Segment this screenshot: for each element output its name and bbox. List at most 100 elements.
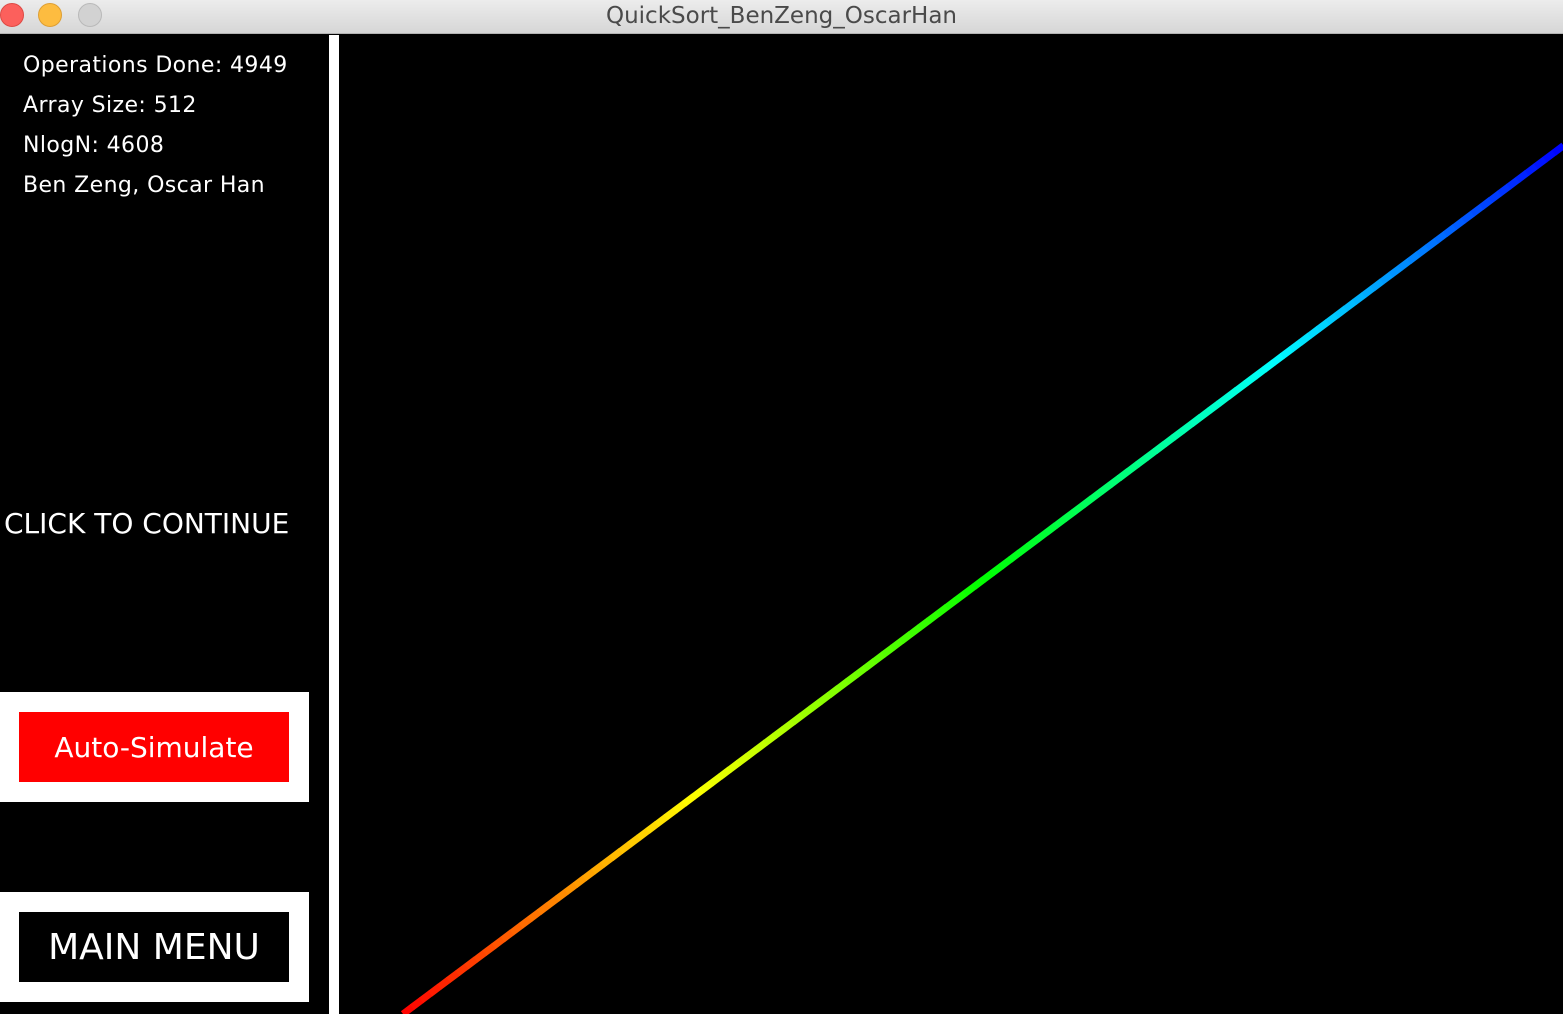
sorted-value-segment (1533, 156, 1548, 170)
sorted-value-segment (672, 800, 687, 814)
sorted-value-segment (1434, 230, 1448, 244)
sorted-value-segment (917, 617, 932, 631)
sorted-value-segment (609, 848, 624, 861)
sorted-value-segment (509, 922, 524, 936)
sorted-value-segment (455, 963, 470, 977)
sorted-value-segment (772, 725, 787, 739)
sorted-value-segment (1524, 163, 1539, 176)
sorted-value-segment (1279, 346, 1294, 360)
sorted-value-segment (1542, 149, 1557, 163)
sorted-value-segment (473, 949, 488, 963)
sorted-value-segment (554, 888, 569, 902)
sorted-value-segment (654, 814, 669, 827)
sorted-value-segment (1044, 522, 1059, 536)
sorted-value-segment (1497, 183, 1512, 197)
sorted-value-segment (591, 861, 605, 875)
sorted-value-segment (854, 664, 868, 678)
sorted-value-segment (1424, 237, 1439, 251)
sorted-value-segment (491, 936, 506, 949)
sorted-value-segment (1089, 488, 1104, 502)
sorted-value-segment (1334, 305, 1349, 319)
sorted-value-segment (518, 915, 533, 929)
sort-visualization-canvas[interactable] (339, 35, 1563, 1014)
sorted-value-segment (1071, 502, 1086, 515)
sorted-value-segment (944, 597, 959, 610)
sorted-value-segment (564, 881, 578, 895)
sorted-value-segment (645, 820, 660, 834)
sorted-value-segment (890, 637, 905, 651)
sorted-value-segment (500, 929, 515, 943)
sorted-value-segment (1134, 454, 1149, 468)
auto-simulate-button[interactable]: Auto-Simulate (19, 712, 289, 782)
sorted-value-segment (690, 787, 705, 800)
operations-done-label: Operations Done: 4949 (23, 53, 288, 78)
app-window: QuickSort_BenZeng_OscarHan Operations Do… (0, 0, 1563, 1014)
sorted-value-segment (600, 854, 615, 868)
sorted-value-segment (1506, 176, 1521, 190)
sorted-value-segment (1388, 264, 1403, 278)
sorted-value-segment (1171, 427, 1185, 441)
sorted-value-segment (1461, 210, 1475, 224)
sorted-value-segment (718, 766, 732, 780)
authors-label: Ben Zeng, Oscar Han (23, 173, 266, 198)
click-to-continue-prompt[interactable]: CLICK TO CONTINUE (4, 507, 289, 540)
sorted-value-segment (953, 590, 968, 604)
sorted-value-segment (926, 610, 941, 624)
sorted-value-segment (1343, 298, 1358, 312)
sorted-value-segment (582, 868, 596, 882)
sorted-value-segment (437, 976, 451, 990)
info-panel: Operations Done: 4949 Array Size: 512 Nl… (0, 35, 329, 1014)
sorted-value-segment (536, 902, 551, 916)
sorted-value-segment (1098, 481, 1113, 495)
panel-divider (329, 35, 339, 1014)
main-menu-button[interactable]: MAIN MENU (19, 912, 289, 982)
sorted-value-segment (1107, 475, 1122, 488)
sorted-value-segment (1361, 285, 1376, 298)
sorted-value-segment (618, 841, 633, 855)
sorted-value-segment (419, 990, 433, 1004)
sorted-value-segment (1316, 319, 1330, 332)
sorted-value-segment (1443, 224, 1457, 237)
sorted-value-segment (527, 909, 542, 922)
sorted-value-segment (1207, 400, 1222, 414)
sorted-value-segment (1488, 190, 1503, 204)
sorted-value-segment (464, 956, 479, 970)
sorted-value-segment (1062, 508, 1077, 522)
sorted-value-segment (908, 624, 923, 638)
sorted-value-segment (1189, 414, 1204, 427)
sorted-value-segment (1234, 380, 1249, 393)
sorted-value-segment (482, 942, 497, 956)
nlogn-label: NlogN: 4608 (23, 133, 165, 158)
sorted-value-segment (808, 698, 823, 712)
sorted-value-segment (1144, 447, 1158, 461)
sorted-value-segment (754, 739, 769, 753)
sorted-value-segment (799, 705, 814, 719)
sorted-value-segment (872, 651, 886, 665)
sorted-value-segment (1470, 203, 1485, 217)
sorted-value-segment (1379, 271, 1394, 285)
sorted-value-segment (1080, 495, 1095, 509)
sorted-value-segment (1406, 251, 1421, 265)
sorted-array-line (400, 142, 1563, 1014)
sorted-value-segment (409, 997, 424, 1011)
sorted-value-segment (1551, 142, 1563, 156)
sorted-value-segment (400, 1004, 415, 1014)
sorted-value-segment (573, 875, 587, 888)
sorted-value-segment (1225, 386, 1240, 400)
sorted-value-segment (428, 983, 442, 997)
sorted-value-segment (1415, 244, 1430, 258)
sorted-value-segment (935, 603, 950, 617)
sorted-value-segment (1289, 339, 1303, 353)
sorted-value-segment (1452, 217, 1466, 231)
sorted-value-segment (1198, 407, 1213, 421)
sorted-value-segment (835, 678, 850, 692)
sorted-value-segment (1243, 373, 1258, 387)
sorted-value-segment (1180, 420, 1195, 434)
sorted-value-segment (663, 807, 678, 821)
sorted-value-segment (681, 793, 696, 807)
sorted-value-segment (1515, 169, 1530, 183)
sorted-value-segment (627, 834, 642, 848)
sorted-value-segment (980, 570, 995, 583)
sorted-value-segment (844, 671, 859, 685)
sorted-value-segment (781, 719, 796, 732)
